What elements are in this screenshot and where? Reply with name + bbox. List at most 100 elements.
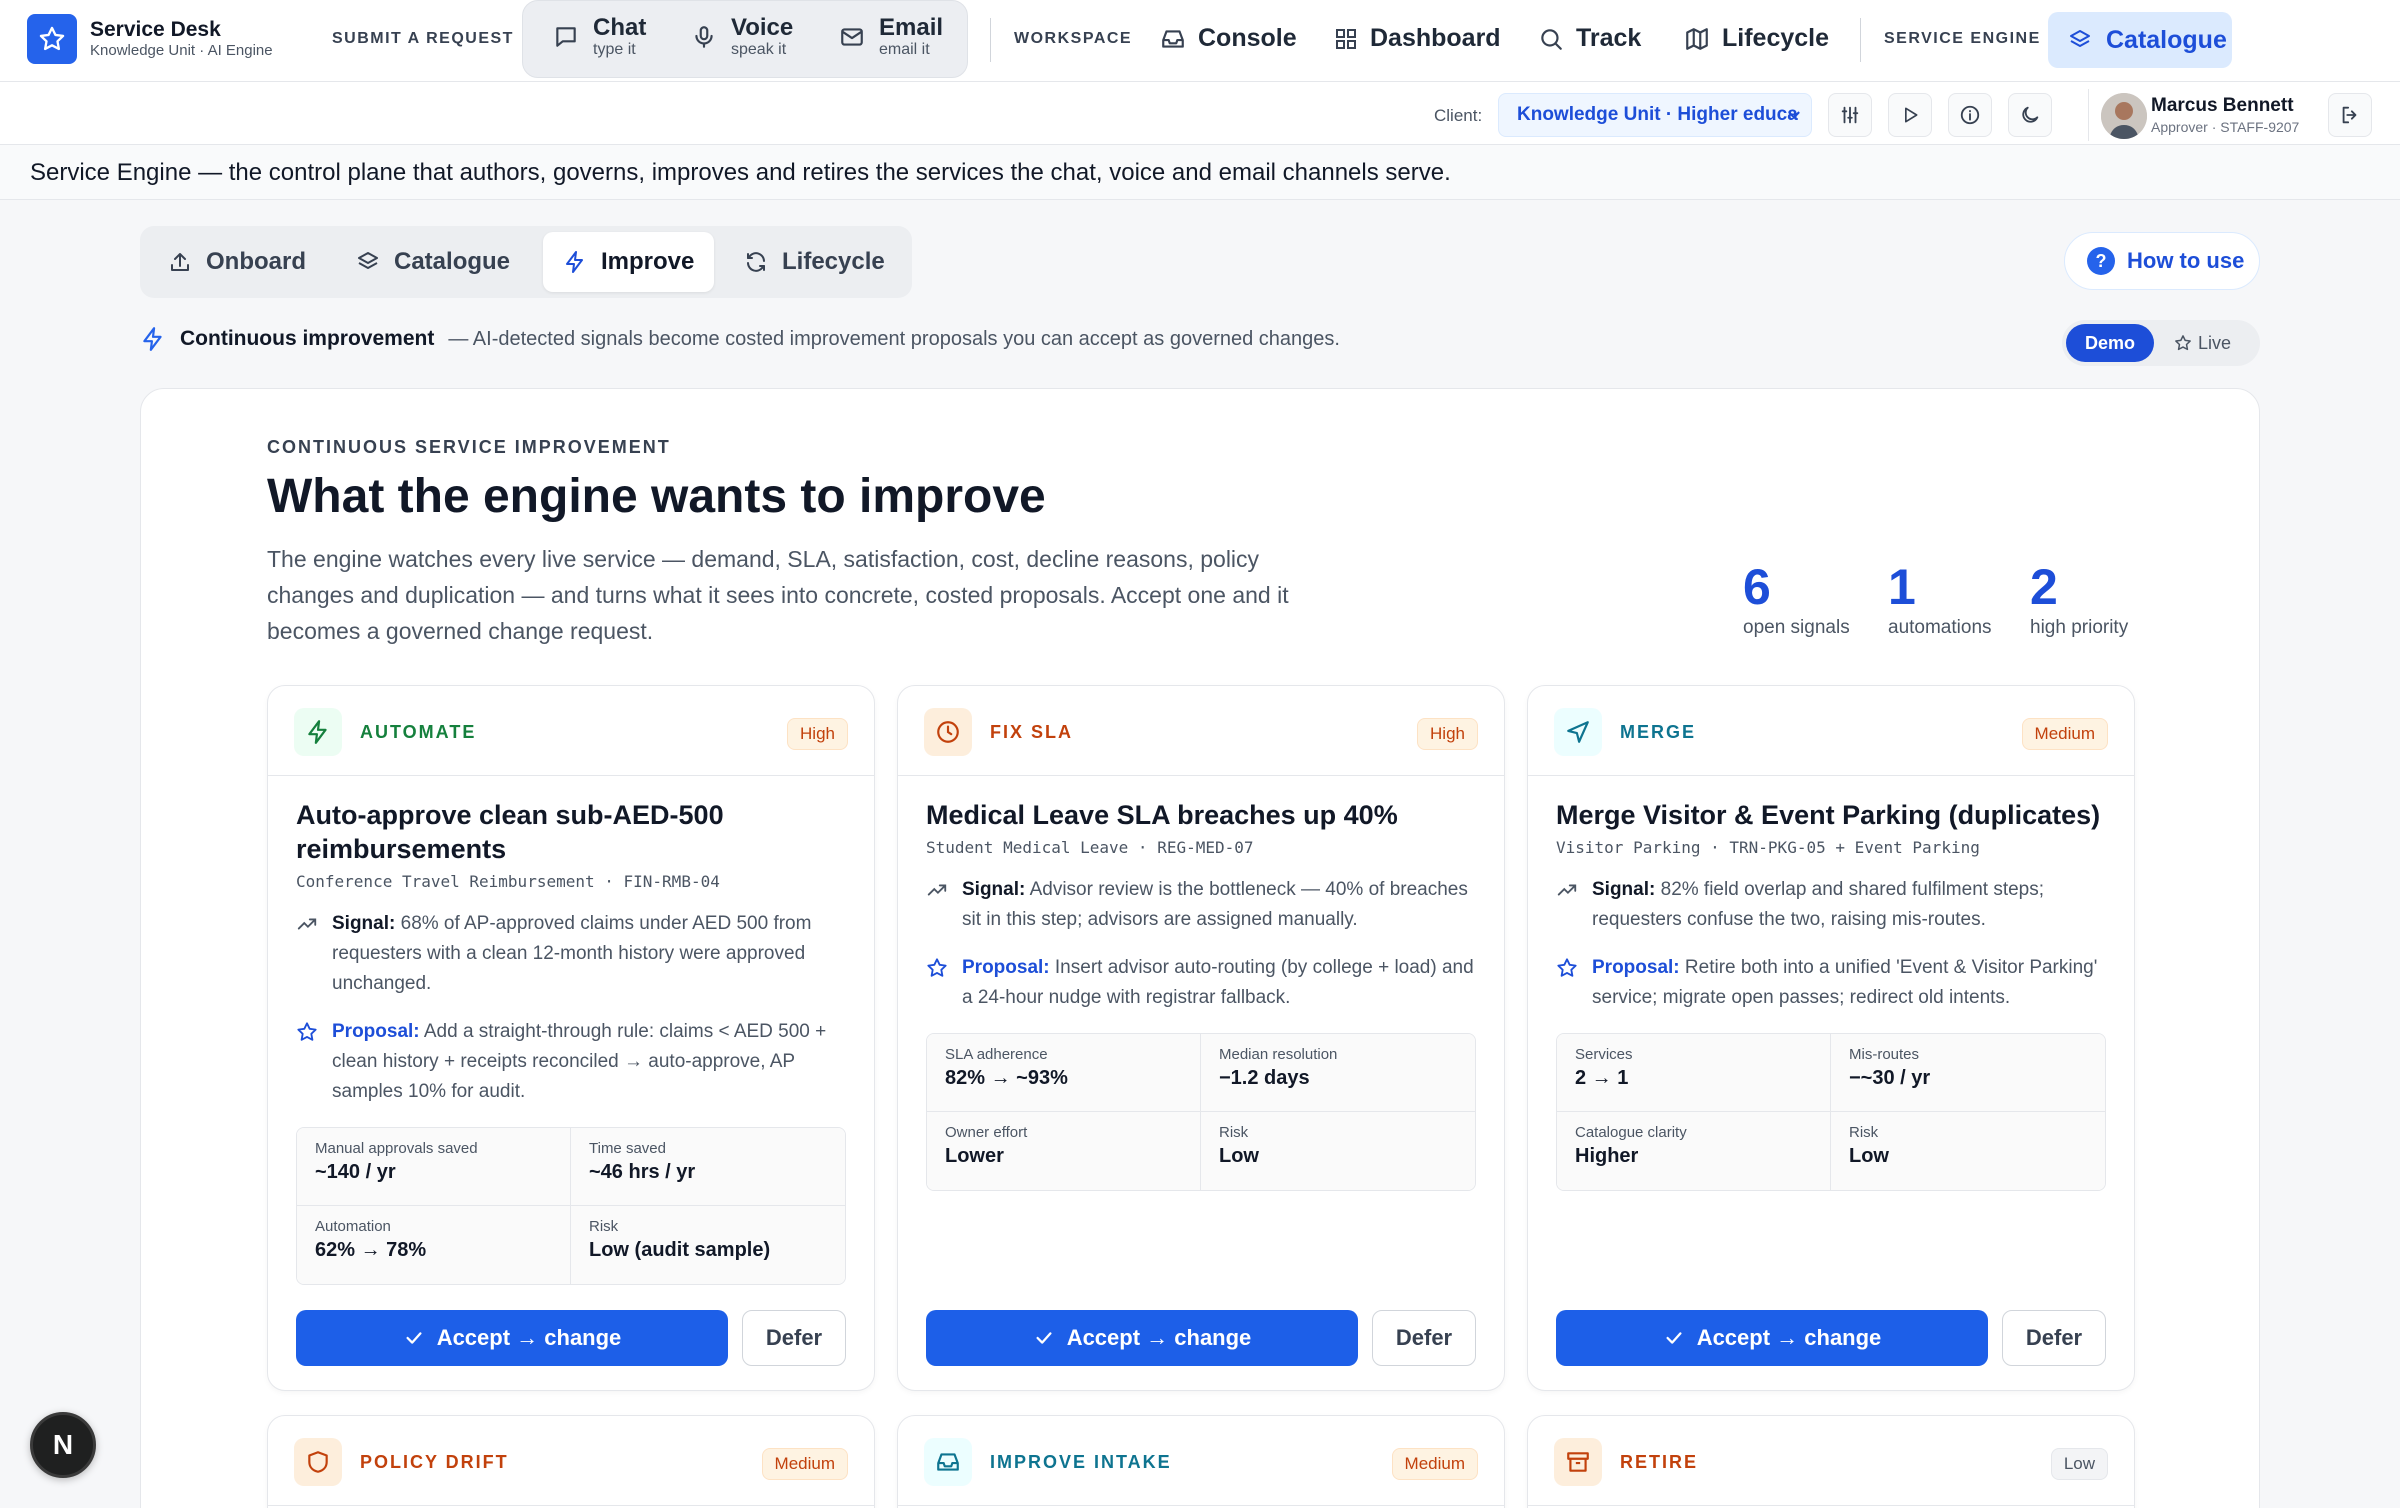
tab-improve[interactable]: Improve bbox=[543, 232, 715, 292]
tab-onboard[interactable]: Onboard bbox=[148, 232, 326, 292]
card-title: Auto-approve clean sub-AED-500 reimburse… bbox=[296, 800, 724, 864]
priority-badge: High bbox=[787, 718, 848, 750]
client-select[interactable]: Knowledge Unit · Higher educa bbox=[1498, 93, 1812, 137]
nav-catalogue-active[interactable]: Catalogue bbox=[2048, 12, 2232, 68]
brand-logo-star-icon[interactable] bbox=[27, 14, 77, 64]
priority-badge: Low bbox=[2050, 1448, 2108, 1480]
brand-title: Service Desk bbox=[90, 18, 221, 41]
card-body: Merge Visitor & Event Parking (duplicate… bbox=[1528, 776, 2134, 1191]
accept-label: Accept → change bbox=[1696, 1325, 1882, 1350]
moon-icon bbox=[2019, 104, 2041, 126]
mode-demo-button[interactable]: Demo bbox=[2066, 324, 2154, 362]
metric-value: Higher bbox=[1575, 1145, 1639, 1167]
trending-up-icon bbox=[296, 913, 320, 999]
accept-label: Accept → change bbox=[436, 1325, 622, 1350]
card-header: MERGE Medium bbox=[1528, 686, 2134, 776]
metric-label: Median resolution bbox=[1219, 1046, 1338, 1063]
service-engine-caption: SERVICE ENGINE bbox=[1884, 30, 2041, 47]
channel-email[interactable]: Email email it bbox=[839, 15, 943, 59]
continuous-improvement-row: Continuous improvement — AI-detected sig… bbox=[140, 326, 1340, 352]
star-icon bbox=[1556, 957, 1580, 1013]
signal-text: 68% of AP-approved claims under AED 500 … bbox=[332, 913, 812, 994]
metric-label: SLA adherence bbox=[945, 1046, 1048, 1063]
metric-cell: Catalogue clarity Higher bbox=[1557, 1112, 1831, 1190]
priority-badge: Medium bbox=[761, 1448, 848, 1480]
engine-tabs: Onboard Catalogue Improve Lifecycle bbox=[140, 226, 912, 298]
refresh-icon bbox=[744, 250, 768, 274]
defer-button[interactable]: Defer bbox=[1372, 1310, 1476, 1366]
signal-label: Signal: bbox=[332, 913, 396, 934]
sliders-button[interactable] bbox=[1828, 93, 1872, 137]
accept-change-button[interactable]: Accept → change bbox=[926, 1310, 1358, 1366]
channel-chat-label: Chat bbox=[593, 14, 647, 41]
tab-catalogue-label: Catalogue bbox=[394, 248, 511, 275]
improvement-panel: CONTINUOUS SERVICE IMPROVEMENT What the … bbox=[140, 388, 2260, 1508]
proposal-row: Proposal: Insert advisor auto-routing (b… bbox=[926, 953, 1476, 1013]
nav-dashboard[interactable]: Dashboard bbox=[1334, 24, 1501, 53]
channel-chat[interactable]: Chat type it bbox=[553, 15, 646, 59]
sliders-icon bbox=[1839, 104, 1861, 126]
play-icon bbox=[1900, 105, 1920, 125]
proposal-row: Proposal: Retire both into a unified 'Ev… bbox=[1556, 953, 2106, 1013]
chevron-down-icon bbox=[1785, 106, 1803, 124]
tab-lifecycle[interactable]: Lifecycle bbox=[724, 232, 905, 292]
floating-assistant-button[interactable]: N bbox=[30, 1412, 96, 1478]
mode-live-button[interactable]: Live bbox=[2174, 324, 2231, 362]
nav-divider bbox=[990, 18, 991, 62]
defer-button[interactable]: Defer bbox=[742, 1310, 846, 1366]
card-body: Medical Leave SLA breaches up 40% Studen… bbox=[898, 776, 1504, 1191]
section-eyebrow: CONTINUOUS SERVICE IMPROVEMENT bbox=[267, 437, 671, 457]
accept-change-button[interactable]: Accept → change bbox=[1556, 1310, 1988, 1366]
top-nav: Service Desk Knowledge Unit · AI Engine … bbox=[0, 0, 2400, 82]
metric-label: Risk bbox=[1849, 1124, 1879, 1141]
workspace-caption: WORKSPACE bbox=[1014, 30, 1133, 47]
submit-request-caption: SUBMIT A REQUEST bbox=[332, 30, 514, 47]
card-kind: AUTOMATE bbox=[360, 722, 477, 742]
nav-lifecycle[interactable]: Lifecycle bbox=[1684, 24, 1829, 53]
nav-track[interactable]: Track bbox=[1538, 24, 1641, 53]
play-button[interactable] bbox=[1888, 93, 1932, 137]
nav-console[interactable]: Console bbox=[1160, 24, 1297, 53]
defer-button[interactable]: Defer bbox=[2002, 1310, 2106, 1366]
metric-label: Automation bbox=[315, 1218, 391, 1235]
info-button[interactable] bbox=[1948, 93, 1992, 137]
user-name: Marcus Bennett bbox=[2151, 95, 2294, 116]
card-kind: POLICY DRIFT bbox=[360, 1452, 509, 1472]
microphone-icon bbox=[691, 24, 717, 50]
metric-value: ~46 hrs / yr bbox=[589, 1161, 696, 1183]
how-to-use-button[interactable]: ? How to use bbox=[2064, 232, 2260, 290]
user-role: Approver · STAFF-9207 bbox=[2151, 119, 2300, 135]
metric-cell: Manual approvals saved ~140 / yr bbox=[297, 1128, 571, 1206]
accept-change-button[interactable]: Accept → change bbox=[296, 1310, 728, 1366]
dark-mode-button[interactable] bbox=[2008, 93, 2052, 137]
logout-button[interactable] bbox=[2328, 93, 2372, 137]
channel-email-label: Email bbox=[879, 14, 944, 41]
nav-dashboard-label: Dashboard bbox=[1370, 24, 1501, 52]
metric-value: 82% → ~93% bbox=[945, 1067, 1068, 1089]
channel-voice[interactable]: Voice speak it bbox=[691, 15, 793, 59]
proposal-label: Proposal: bbox=[962, 957, 1050, 978]
priority-badge: Medium bbox=[1391, 1448, 1478, 1480]
metric-value: Low bbox=[1849, 1145, 1889, 1167]
card-service-meta: Student Medical Leave · REG-MED-07 bbox=[926, 838, 1254, 857]
context-bar: Client: Knowledge Unit · Higher educa Ma… bbox=[0, 82, 2400, 144]
tab-catalogue[interactable]: Catalogue bbox=[336, 232, 530, 292]
channel-group: Chat type it Voice speak it Email email … bbox=[522, 0, 968, 78]
metric-value: 62% → 78% bbox=[315, 1239, 427, 1261]
proposal-card-automate: AUTOMATE High Auto-approve clean sub-AED… bbox=[267, 685, 875, 1391]
map-icon bbox=[1684, 26, 1710, 52]
card-actions: Accept → change Defer bbox=[296, 1310, 846, 1366]
metric-label: Risk bbox=[1219, 1124, 1249, 1141]
user-profile[interactable]: Marcus Bennett Approver · STAFF-9207 bbox=[2088, 89, 2330, 141]
page-title: What the engine wants to improve bbox=[267, 470, 1046, 523]
channel-chat-sub: type it bbox=[593, 41, 636, 58]
metric-cell: Automation 62% → 78% bbox=[297, 1206, 571, 1284]
proposal-card-merge: MERGE Medium Merge Visitor & Event Parki… bbox=[1527, 685, 2135, 1391]
stat-label: open signals bbox=[1743, 617, 1850, 638]
proposal-row: Proposal: Add a straight-through rule: c… bbox=[296, 1017, 846, 1107]
trending-up-icon bbox=[926, 879, 950, 935]
card-title: Medical Leave SLA breaches up 40% bbox=[926, 800, 1398, 830]
metric-cell: Time saved ~46 hrs / yr bbox=[571, 1128, 845, 1206]
signal-text: 82% field overlap and shared fulfilment … bbox=[1592, 879, 2045, 930]
card-header: RETIRE Low bbox=[1528, 1416, 2134, 1506]
